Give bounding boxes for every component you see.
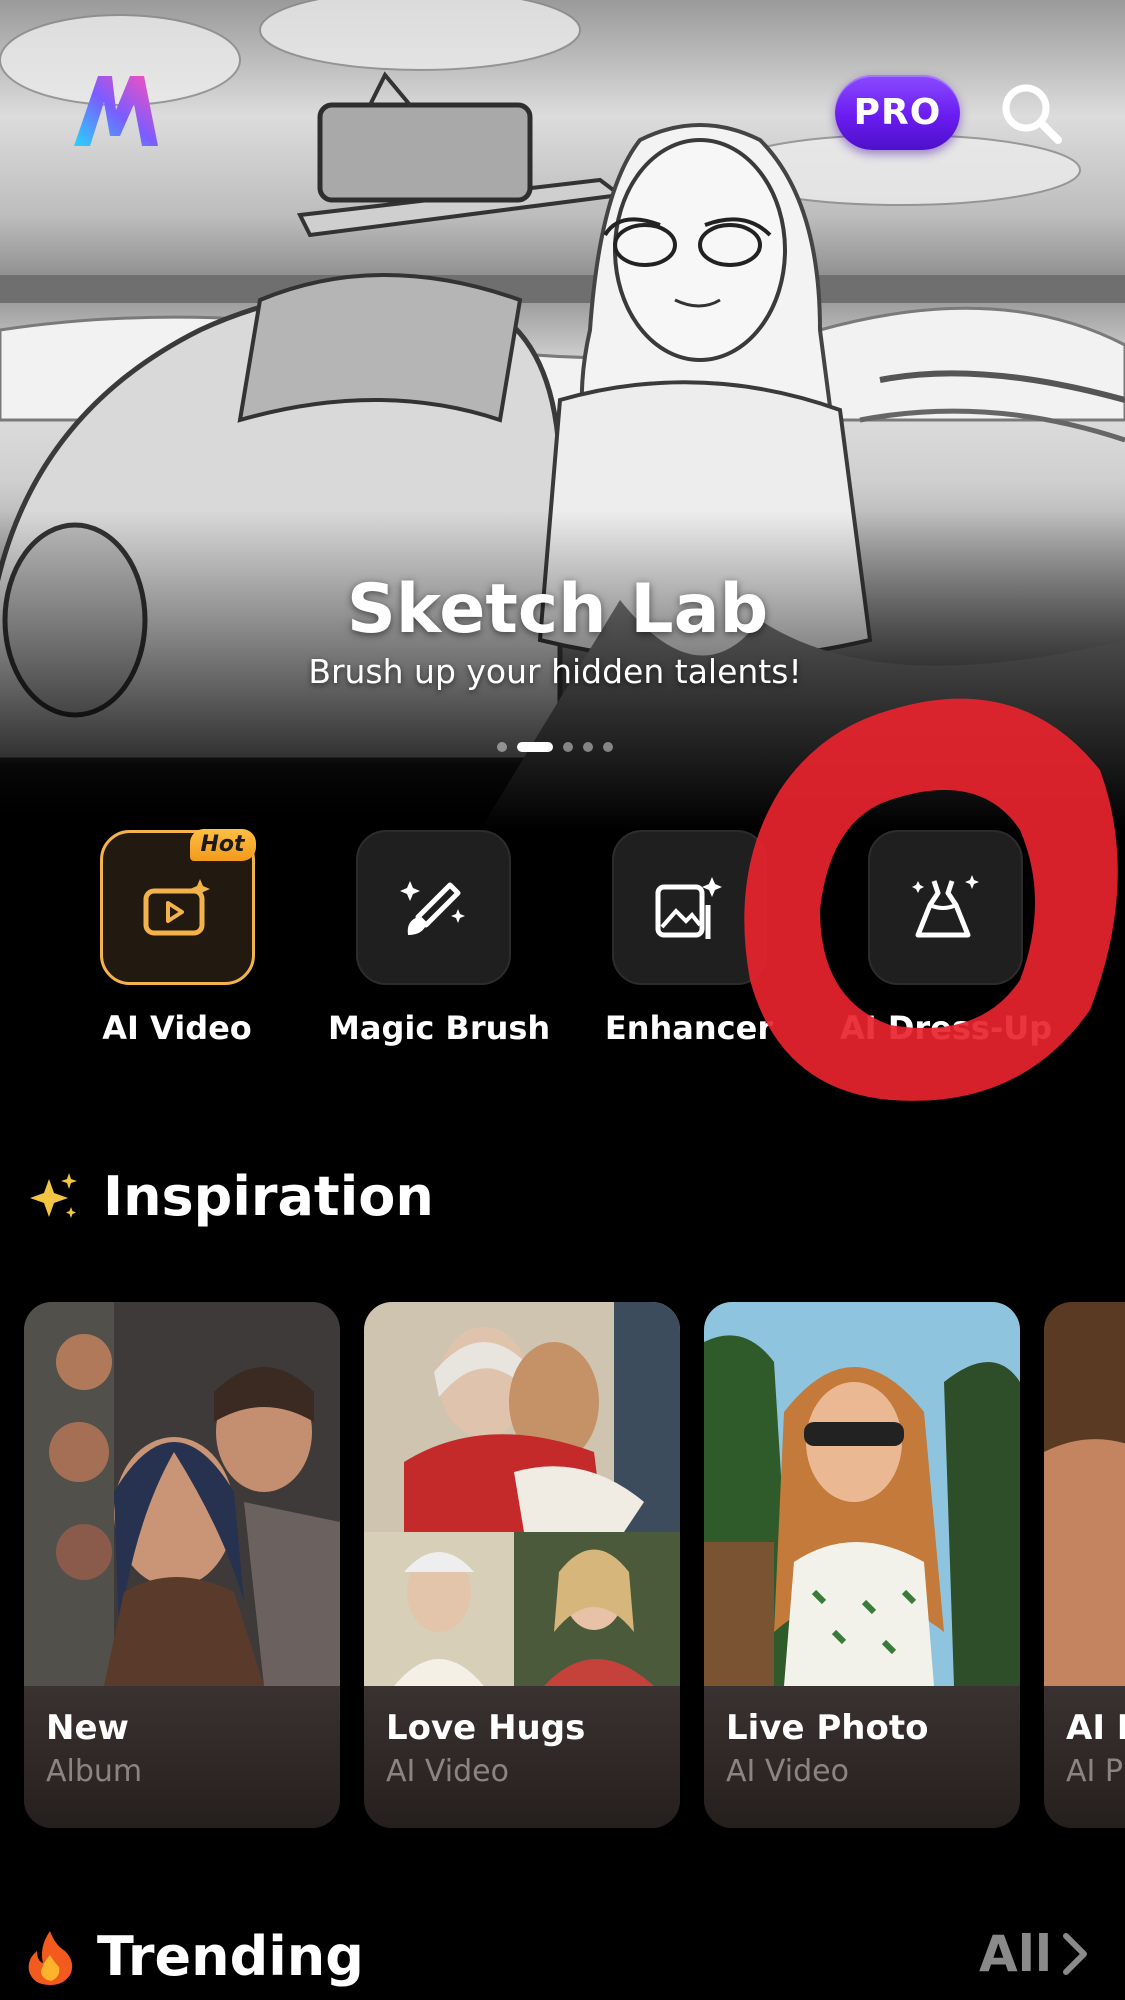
tool-enhancer[interactable]: Enhancer — [584, 830, 794, 1047]
all-link-label: All — [979, 1925, 1052, 1983]
card-image-new-album — [24, 1302, 340, 1686]
hero-pager[interactable] — [0, 742, 1110, 752]
tool-ai-dress-up-tile[interactable] — [867, 830, 1023, 985]
trending-title: Trending — [97, 1925, 364, 1988]
tool-row: Hot AI Video Magic Brush Enhancer AI Dre… — [0, 829, 1125, 1070]
hot-badge: Hot — [189, 829, 256, 861]
tool-ai-video-label: AI Video — [102, 1009, 252, 1047]
hero-title: Sketch Lab — [346, 570, 769, 649]
pager-dot[interactable] — [497, 742, 507, 752]
card-title: Love Hugs — [386, 1708, 586, 1748]
inspiration-card[interactable]: New Album — [24, 1302, 340, 1828]
pager-dot[interactable] — [563, 742, 573, 752]
pager-dot[interactable] — [583, 742, 593, 752]
card-image-love-hugs — [364, 1302, 680, 1686]
sparkles-icon — [30, 1172, 77, 1218]
chevron-right-icon — [1063, 1933, 1087, 1975]
inspiration-card[interactable]: Live Photo AI Video — [704, 1302, 1020, 1828]
card-subtitle: AI Video — [386, 1754, 509, 1789]
tool-ai-video-tile[interactable]: Hot — [99, 829, 256, 985]
tool-magic-brush-label: Magic Brush — [328, 1009, 551, 1047]
trending-header: Trending — [25, 1925, 364, 1988]
inspiration-title: Inspiration — [103, 1165, 434, 1228]
ai-video-icon — [143, 878, 210, 935]
inspiration-header: Inspiration — [25, 1165, 434, 1228]
card-meta: New Album — [24, 1686, 340, 1828]
pager-dot-active[interactable] — [517, 742, 553, 752]
fire-icon — [28, 1930, 73, 1985]
inspiration-card[interactable]: AI N AI P — [1044, 1302, 1125, 1828]
card-title: AI N — [1066, 1708, 1125, 1748]
tool-ai-dress-up[interactable]: AI Dress-Up — [840, 830, 1053, 1047]
card-meta: AI N AI P — [1044, 1686, 1125, 1828]
card-title: Live Photo — [726, 1708, 929, 1748]
trending-all-link[interactable]: All — [979, 1925, 1090, 1983]
card-image-ai-partial — [1044, 1302, 1125, 1686]
tool-ai-video[interactable]: Hot AI Video — [72, 829, 282, 1047]
enhancer-icon — [655, 876, 722, 939]
tool-magic-brush[interactable]: Magic Brush — [328, 830, 551, 1047]
inspiration-carousel[interactable]: New Album Love Hugs AI Video Live Photo … — [0, 1302, 1125, 1830]
pro-upgrade-button[interactable]: PRO — [835, 75, 960, 150]
tool-ai-dress-up-label: AI Dress-Up — [840, 1009, 1053, 1047]
card-image-live-photo — [704, 1302, 1020, 1686]
hero-subtitle: Brush up your hidden talents! — [308, 652, 802, 691]
tool-magic-brush-tile[interactable] — [355, 830, 511, 985]
dress-icon — [912, 874, 979, 937]
pager-dot[interactable] — [603, 742, 613, 752]
card-subtitle: Album — [46, 1754, 143, 1789]
tool-enhancer-tile[interactable] — [611, 830, 767, 985]
magic-brush-icon — [400, 880, 465, 935]
card-subtitle: AI P — [1066, 1754, 1123, 1789]
inspiration-card[interactable]: Love Hugs AI Video — [364, 1302, 680, 1828]
card-meta: Love Hugs AI Video — [364, 1686, 680, 1828]
app-logo-icon[interactable] — [70, 70, 162, 152]
tool-enhancer-label: Enhancer — [604, 1009, 774, 1047]
card-meta: Live Photo AI Video — [704, 1686, 1020, 1828]
search-icon[interactable] — [998, 80, 1066, 148]
card-subtitle: AI Video — [726, 1754, 849, 1789]
card-title: New — [46, 1708, 129, 1748]
